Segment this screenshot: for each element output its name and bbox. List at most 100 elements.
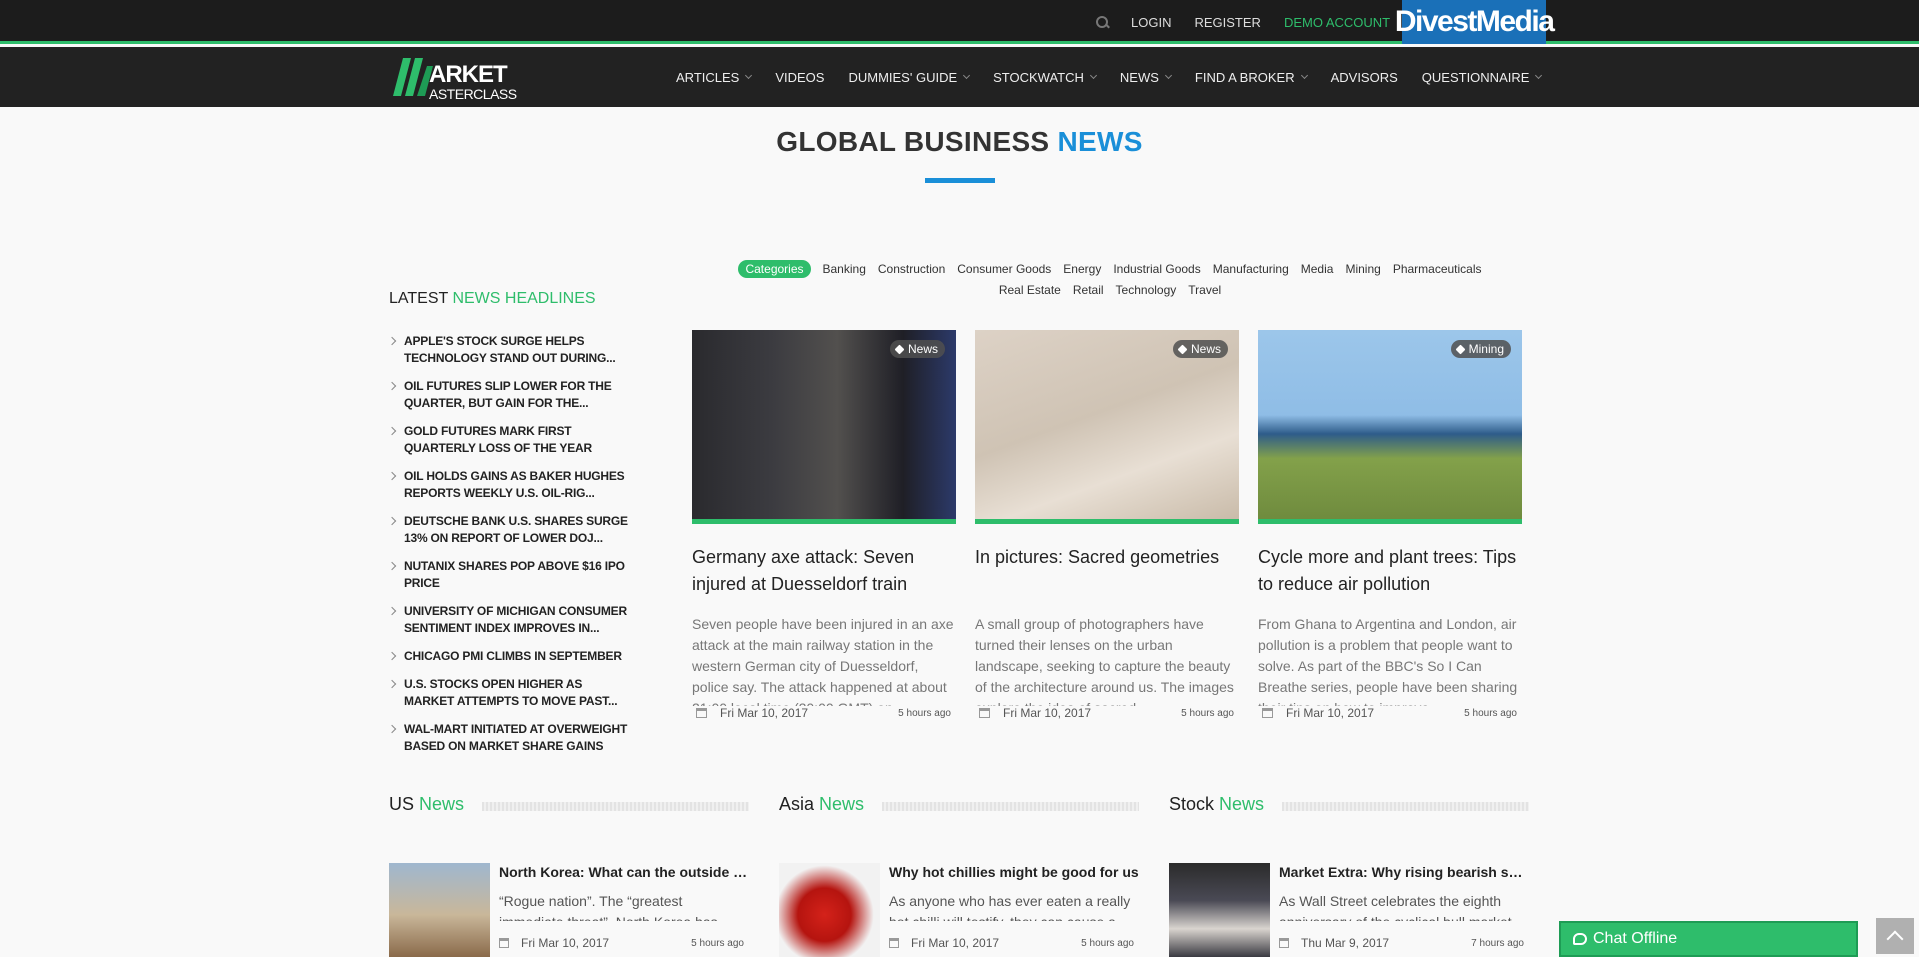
- chevron-down-icon: [1300, 71, 1308, 80]
- news-card-excerpt: Seven people have been injured in an axe…: [692, 616, 954, 706]
- section-title-accent: News: [419, 794, 465, 814]
- news-card-meta: Fri Mar 10, 2017 5 hours ago: [1258, 706, 1522, 722]
- nav-item-dummies-guide[interactable]: DUMMIES' GUIDE: [848, 70, 971, 85]
- category-travel[interactable]: Travel: [1188, 280, 1221, 301]
- headline-item[interactable]: UNIVERSITY OF MICHIGAN CONSUMER SENTIMEN…: [389, 603, 634, 637]
- nav-item-label: VIDEOS: [775, 69, 825, 85]
- chevron-down-icon: [963, 71, 971, 80]
- section-title-main: Stock: [1169, 794, 1215, 814]
- category-filter: Categories Banking Construction Consumer Go…: [690, 259, 1530, 301]
- nav-item-articles[interactable]: ARTICLES: [676, 70, 753, 85]
- headline-item[interactable]: NUTANIX SHARES POP ABOVE $16 IPO PRICE: [389, 558, 634, 592]
- headline-item[interactable]: OIL HOLDS GAINS AS BAKER HUGHES REPORTS …: [389, 468, 634, 502]
- nav-item-questionnaire[interactable]: QUESTIONNAIRE: [1422, 70, 1543, 85]
- news-card-time-ago: 5 hours ago: [898, 708, 951, 719]
- category-all[interactable]: Categories: [738, 260, 811, 278]
- login-link[interactable]: LOGIN: [1131, 15, 1171, 30]
- news-card-meta: Fri Mar 10, 2017 5 hours ago: [975, 706, 1239, 722]
- category-tag[interactable]: Mining: [1450, 340, 1511, 358]
- headline-item[interactable]: DEUTSCHE BANK U.S. SHARES SURGE 13% ON R…: [389, 513, 634, 547]
- category-banking[interactable]: Banking: [823, 259, 866, 280]
- headline-item[interactable]: WAL-MART INITIATED AT OVERWEIGHT BASED O…: [389, 721, 634, 755]
- news-card-image[interactable]: News: [692, 330, 956, 524]
- headline-item[interactable]: OIL FUTURES SLIP LOWER FOR THE QUARTER, …: [389, 378, 634, 412]
- article-title[interactable]: North Korea: What can the outside w...: [499, 863, 749, 881]
- category-technology[interactable]: Technology: [1116, 280, 1177, 301]
- calendar-icon: [889, 938, 899, 948]
- svg-text:ASTERCLASS: ASTERCLASS: [429, 86, 517, 102]
- category-consumer-goods[interactable]: Consumer Goods: [957, 259, 1051, 280]
- category-mining[interactable]: Mining: [1345, 259, 1380, 280]
- headline-item[interactable]: GOLD FUTURES MARK FIRST QUARTERLY LOSS O…: [389, 423, 634, 457]
- article-time-ago: 5 hours ago: [691, 938, 744, 949]
- top-bar: [0, 0, 1919, 44]
- chat-widget[interactable]: Chat Offline: [1559, 921, 1858, 957]
- category-industrial-goods[interactable]: Industrial Goods: [1113, 259, 1200, 280]
- section-title-stock-news: Stock News: [1169, 794, 1264, 815]
- headline-item[interactable]: U.S. STOCKS OPEN HIGHER AS MARKET ATTEMP…: [389, 676, 634, 710]
- chevron-down-icon: [1089, 71, 1097, 80]
- nav-item-advisors[interactable]: ADVISORS: [1331, 70, 1398, 85]
- register-link[interactable]: REGISTER: [1194, 15, 1260, 30]
- headline-item[interactable]: APPLE'S STOCK SURGE HELPS TECHNOLOGY STA…: [389, 333, 634, 367]
- article-title[interactable]: Why hot chillies might be good for us: [889, 863, 1139, 881]
- nav-item-label: FIND A BROKER: [1194, 69, 1295, 85]
- news-card-meta: Fri Mar 10, 2017 5 hours ago: [692, 706, 956, 722]
- news-card-date: Fri Mar 10, 2017: [720, 706, 809, 720]
- nav-item-label: STOCKWATCH: [993, 69, 1084, 85]
- demo-account-link[interactable]: DEMO ACCOUNT: [1284, 15, 1390, 30]
- article-title[interactable]: Market Extra: Why rising bearish sen...: [1279, 863, 1529, 881]
- section-article: North Korea: What can the outside w... “…: [389, 863, 749, 957]
- chat-status-label: Chat Offline: [1593, 930, 1678, 947]
- back-to-top-button[interactable]: [1876, 918, 1914, 954]
- nav-item-videos[interactable]: VIDEOS: [775, 70, 824, 85]
- nav-item-label: NEWS: [1119, 69, 1159, 85]
- category-tag-label: News: [1190, 342, 1221, 356]
- latest-title-accent: NEWS HEADLINES: [452, 290, 596, 307]
- nav-item-stockwatch[interactable]: STOCKWATCH: [993, 69, 1097, 85]
- market-masterclass-logo[interactable]: ARKET ASTERCLASS: [391, 52, 526, 102]
- category-tag[interactable]: News: [1172, 340, 1228, 358]
- category-manufacturing[interactable]: Manufacturing: [1213, 259, 1289, 280]
- divestmedia-logo[interactable]: Divest Media: [1395, 0, 1555, 44]
- chevron-down-icon: [1535, 71, 1543, 80]
- news-card-image[interactable]: News: [975, 330, 1239, 524]
- article-thumbnail[interactable]: [389, 863, 490, 957]
- section-title-accent: News: [819, 794, 865, 814]
- article-thumbnail[interactable]: [779, 863, 880, 957]
- category-tag-label: News: [907, 342, 938, 356]
- news-card: News Germany axe attack: Seven injured a…: [692, 330, 956, 722]
- tag-icon: [1455, 344, 1466, 355]
- category-media[interactable]: Media: [1301, 259, 1334, 280]
- section-divider: [882, 802, 1139, 811]
- news-card-date: Fri Mar 10, 2017: [1286, 706, 1375, 720]
- headline-item[interactable]: CHICAGO PMI CLIMBS IN SEPTEMBER: [389, 648, 634, 665]
- category-tag[interactable]: News: [889, 340, 945, 358]
- article-time-ago: 5 hours ago: [1081, 938, 1134, 949]
- article-thumbnail[interactable]: [1169, 863, 1270, 957]
- section-title-main: US: [389, 794, 415, 814]
- page-title-main: GLOBAL BUSINESS: [776, 126, 1050, 157]
- headline-list: APPLE'S STOCK SURGE HELPS TECHNOLOGY STA…: [389, 333, 634, 766]
- news-card-time-ago: 5 hours ago: [1464, 708, 1517, 719]
- news-card-title[interactable]: Cycle more and plant trees: Tips to redu…: [1258, 544, 1522, 598]
- news-card-date: Fri Mar 10, 2017: [1003, 706, 1092, 720]
- section-article: Why hot chillies might be good for us As…: [779, 863, 1139, 957]
- news-card-title[interactable]: Germany axe attack: Seven injured at Due…: [692, 544, 956, 598]
- category-real-estate[interactable]: Real Estate: [999, 280, 1061, 301]
- primary-nav: ARTICLES VIDEOS DUMMIES' GUIDE STOCKWATC…: [676, 47, 1565, 107]
- news-card-title[interactable]: In pictures: Sacred geometries: [975, 544, 1239, 598]
- nav-item-find-a-broker[interactable]: FIND A BROKER: [1194, 69, 1308, 85]
- chevron-down-icon: [745, 71, 753, 80]
- tag-icon: [894, 344, 905, 355]
- category-retail[interactable]: Retail: [1073, 280, 1104, 301]
- article-excerpt: “Rogue nation”. The “greatest immediate …: [499, 893, 718, 921]
- article-date: Fri Mar 10, 2017: [521, 936, 610, 950]
- category-pharmaceuticals[interactable]: Pharmaceuticals: [1393, 259, 1482, 280]
- calendar-icon: [1262, 708, 1273, 718]
- news-card-image[interactable]: Mining: [1258, 330, 1522, 524]
- category-energy[interactable]: Energy: [1063, 259, 1101, 280]
- category-construction[interactable]: Construction: [878, 259, 945, 280]
- search-icon[interactable]: [1095, 15, 1109, 29]
- nav-item-news[interactable]: NEWS: [1119, 69, 1172, 85]
